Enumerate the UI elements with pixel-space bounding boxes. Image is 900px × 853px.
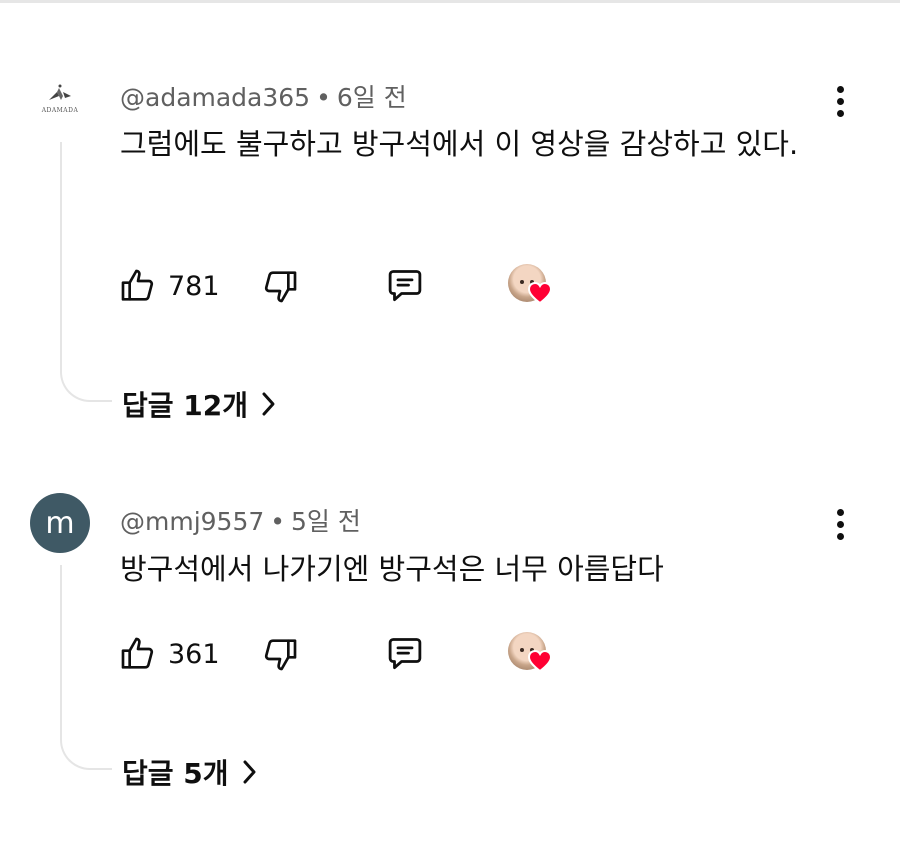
author-handle[interactable]: @mmj9557 bbox=[120, 507, 264, 536]
comment-thread: m @mmj9557 • 5일 전 방구석에서 나가기엔 방구석은 너무 아름답다 … bbox=[0, 0, 900, 790]
view-replies-button[interactable]: 답글 5개 bbox=[122, 752, 259, 792]
more-vertical-icon[interactable] bbox=[826, 504, 854, 544]
comment-actions: 361 bbox=[118, 632, 578, 676]
comment-meta: @mmj9557 • 5일 전 bbox=[120, 502, 361, 538]
replies-label: 답글 5개 bbox=[122, 757, 229, 790]
comment-reply-icon bbox=[388, 638, 422, 670]
thumbs-up-icon bbox=[121, 637, 154, 669]
chevron-right-icon bbox=[243, 760, 256, 784]
avatar[interactable]: m bbox=[30, 493, 90, 553]
reply-button[interactable] bbox=[384, 632, 426, 676]
thumbs-down-icon bbox=[264, 639, 297, 671]
comment-text: 방구석에서 나가기엔 방구석은 너무 아름답다 bbox=[120, 552, 664, 586]
heart-icon bbox=[528, 650, 552, 672]
meta-separator: • bbox=[270, 507, 286, 536]
like-count: 361 bbox=[168, 638, 220, 670]
avatar-letter: m bbox=[45, 505, 75, 541]
like-button[interactable]: 361 bbox=[118, 632, 220, 676]
creator-heart-badge bbox=[508, 632, 560, 676]
dislike-button[interactable] bbox=[260, 632, 300, 676]
thread-line bbox=[60, 565, 112, 770]
comment-time: 5일 전 bbox=[291, 507, 361, 536]
